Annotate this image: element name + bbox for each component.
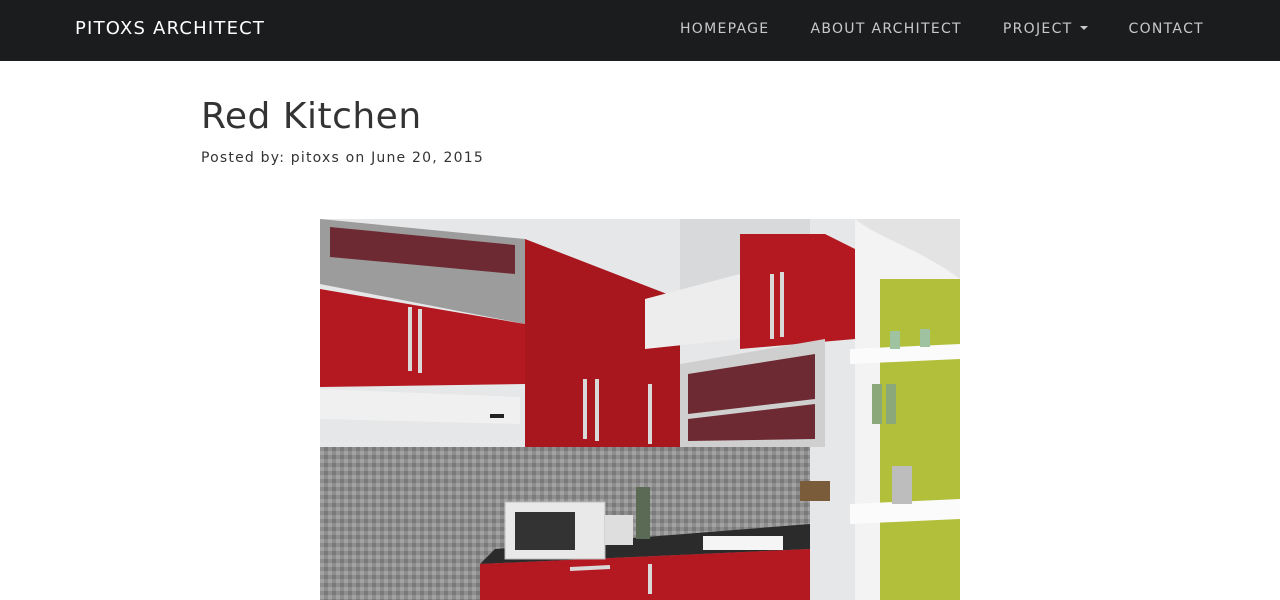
kitchen-illustration	[320, 219, 960, 600]
sink	[703, 536, 783, 550]
site-brand-link[interactable]: PITOXS ARCHITECT	[75, 18, 265, 39]
green-accent-wall	[880, 279, 960, 600]
post-featured-image	[320, 219, 960, 600]
post-meta: Posted by: pitoxs on June 20, 2015	[201, 150, 484, 166]
nav-link-project-dropdown[interactable]: PROJECT	[1003, 21, 1088, 37]
glass	[920, 329, 930, 347]
range-hood-buttons	[490, 414, 504, 418]
coffee-maker	[892, 466, 912, 504]
nav-link-project-label: PROJECT	[1002, 21, 1073, 37]
right-upper-cabinet	[740, 234, 855, 349]
bottle	[872, 384, 882, 424]
nav-link-contact[interactable]: CONTACT	[1129, 21, 1205, 37]
toaster	[605, 515, 633, 545]
glass	[890, 331, 900, 349]
nav-links: HOMEPAGE ABOUT ARCHITECT PROJECT CONTACT	[639, 21, 1204, 37]
microwave-window	[515, 512, 575, 550]
knife-block	[800, 481, 830, 501]
bottle	[886, 384, 896, 424]
nav-link-about-architect[interactable]: ABOUT ARCHITECT	[810, 21, 961, 37]
drawer-handle	[569, 565, 611, 571]
blender	[636, 487, 650, 539]
nav-link-homepage[interactable]: HOMEPAGE	[680, 21, 769, 37]
caret-down-icon	[1079, 26, 1088, 30]
top-navbar: PITOXS ARCHITECT HOMEPAGE ABOUT ARCHITEC…	[0, 0, 1280, 61]
post-title: Red Kitchen	[201, 96, 422, 137]
